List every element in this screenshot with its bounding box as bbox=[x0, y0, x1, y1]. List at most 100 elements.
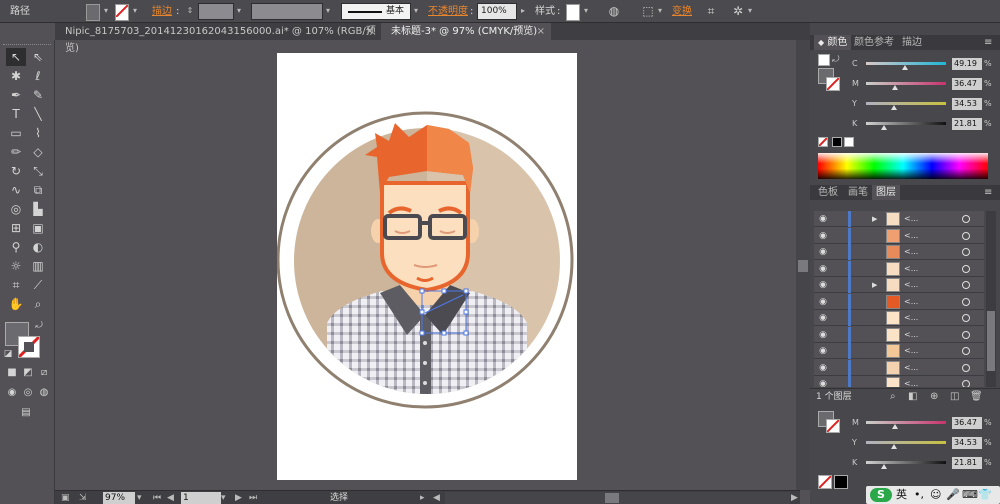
opacity-field[interactable]: 100% bbox=[477, 3, 517, 20]
status-menu-icon[interactable]: ▸ bbox=[420, 492, 430, 504]
slice-tool-icon[interactable]: ⟋ bbox=[28, 276, 48, 294]
target-icon[interactable] bbox=[962, 231, 970, 240]
rectangle-tool-icon[interactable]: ▭ bbox=[6, 124, 26, 142]
sogou-logo-icon[interactable]: S bbox=[870, 488, 892, 502]
stroke-color-box[interactable] bbox=[18, 336, 40, 358]
toolbox-grip[interactable] bbox=[3, 44, 51, 47]
skin-icon[interactable]: 👕 bbox=[978, 488, 992, 502]
tab-swatches[interactable]: 色板 bbox=[814, 185, 842, 200]
isolate-icon[interactable]: ⌗ bbox=[703, 3, 719, 20]
style-swatch[interactable] bbox=[566, 4, 580, 21]
none-mode-icon[interactable]: ⧄ bbox=[37, 366, 51, 380]
expand-icon[interactable] bbox=[872, 263, 880, 275]
opacity-link[interactable]: 不透明度 bbox=[428, 3, 468, 20]
type-tool-icon[interactable]: T bbox=[6, 105, 26, 123]
slider-knob-icon[interactable] bbox=[891, 85, 898, 90]
pen-tool-icon[interactable]: ✒ bbox=[6, 86, 26, 104]
expand-icon[interactable] bbox=[872, 312, 880, 324]
pencil-tool-icon[interactable]: ✏ bbox=[6, 143, 26, 161]
rotate-tool-icon[interactable]: ↻ bbox=[6, 162, 26, 180]
slider-value-field[interactable]: 34.53 bbox=[952, 98, 982, 110]
color-spectrum[interactable] bbox=[818, 153, 988, 179]
color-none-box[interactable] bbox=[818, 54, 830, 66]
layer-row[interactable]: ◉ <... bbox=[814, 359, 984, 376]
selection-handle[interactable] bbox=[463, 330, 469, 336]
ime-language[interactable]: 英 bbox=[896, 488, 910, 502]
panel-menu-dropdown[interactable]: ▾ bbox=[745, 4, 755, 21]
panel-menu-icon[interactable]: ≡ bbox=[980, 185, 996, 200]
tab-stroke[interactable]: 描边 bbox=[898, 35, 926, 50]
expand-icon[interactable] bbox=[872, 329, 880, 341]
slider-y[interactable]: Y 34.53% bbox=[852, 97, 998, 111]
layer-row[interactable]: ◉ ▶ <... bbox=[814, 211, 984, 227]
slider-y[interactable]: Y 34.53% bbox=[852, 436, 998, 450]
draw-normal-icon[interactable]: ◉ bbox=[5, 386, 19, 400]
paintbrush-tool-icon[interactable]: ⌇ bbox=[28, 124, 48, 142]
slider-knob-icon[interactable] bbox=[880, 125, 887, 130]
delete-layer-icon[interactable]: 🗑 bbox=[970, 389, 983, 405]
direct-selection-tool-icon[interactable]: ⇖ bbox=[28, 48, 48, 66]
eye-icon[interactable]: ◉ bbox=[817, 279, 829, 291]
slider-track[interactable] bbox=[866, 122, 946, 125]
target-icon[interactable] bbox=[962, 363, 970, 372]
blend-tool-icon[interactable]: ◐ bbox=[28, 238, 48, 256]
tab-color[interactable]: ◆ 颜色 bbox=[814, 35, 852, 50]
stroke-swatch[interactable] bbox=[115, 4, 129, 21]
next-page-icon[interactable]: ▶ bbox=[235, 492, 245, 504]
artboard-tool-icon[interactable]: ⌗ bbox=[6, 276, 26, 294]
selection-handle[interactable] bbox=[463, 309, 469, 315]
magic-wand-tool-icon[interactable]: ✱ bbox=[6, 67, 26, 85]
artboard-nav-icon[interactable]: ▣ bbox=[61, 492, 75, 504]
tab-layers[interactable]: 图层 bbox=[872, 185, 900, 200]
selection-handle[interactable] bbox=[441, 330, 447, 336]
hscroll-thumb[interactable] bbox=[605, 493, 619, 503]
tab-nipic[interactable]: Nipic_8175703_20141230162043156000.ai* @… bbox=[55, 23, 380, 54]
graph-tool-icon[interactable]: ▥ bbox=[28, 257, 48, 275]
slider-value-field[interactable]: 34.53 bbox=[952, 437, 982, 449]
layer-row[interactable]: ◉ <... bbox=[814, 343, 984, 359]
none-color-chip[interactable] bbox=[818, 137, 828, 147]
swap-colors-icon[interactable]: ⤾ bbox=[33, 320, 45, 332]
layers-scrollbar[interactable] bbox=[986, 211, 996, 387]
lower-stroke-box[interactable] bbox=[826, 419, 840, 433]
layer-row[interactable]: ◉ <... bbox=[814, 260, 984, 277]
canvas-vertical-scrollbar[interactable] bbox=[796, 40, 810, 490]
slider-knob-icon[interactable] bbox=[880, 464, 887, 469]
slider-knob-icon[interactable] bbox=[902, 65, 909, 70]
hand-tool-icon[interactable]: ✋ bbox=[6, 295, 26, 313]
variable-width-field[interactable] bbox=[251, 3, 323, 20]
curvature-tool-icon[interactable]: ✎ bbox=[28, 86, 48, 104]
slider-value-field[interactable]: 36.47 bbox=[952, 78, 982, 90]
selection-handle[interactable] bbox=[463, 288, 469, 294]
free-transform-tool-icon[interactable]: ⧉ bbox=[28, 181, 48, 199]
style-dropdown[interactable]: ▾ bbox=[581, 4, 591, 21]
slider-c[interactable]: C 49.19% bbox=[852, 57, 998, 71]
fill-swatch[interactable] bbox=[86, 4, 100, 21]
layer-row[interactable]: ◉ <... bbox=[814, 326, 984, 343]
page-field[interactable]: 1 bbox=[181, 492, 221, 504]
default-colors-icon[interactable]: ◪ bbox=[2, 348, 14, 360]
slider-value-field[interactable]: 21.81 bbox=[952, 118, 982, 130]
page-dropdown[interactable]: ▾ bbox=[221, 492, 231, 504]
layers-scroll-thumb[interactable] bbox=[987, 311, 995, 371]
mesh-tool-icon[interactable]: ⊞ bbox=[6, 219, 26, 237]
first-page-icon[interactable]: ⏮ bbox=[153, 492, 163, 504]
emoji-icon[interactable]: ☺ bbox=[930, 488, 942, 502]
selection-handle[interactable] bbox=[419, 330, 425, 336]
eye-icon[interactable]: ◉ bbox=[817, 246, 829, 258]
eye-icon[interactable]: ◉ bbox=[817, 329, 829, 341]
expand-icon[interactable] bbox=[872, 345, 880, 357]
color-swap-icon[interactable]: ⤾ bbox=[832, 54, 844, 66]
slider-knob-icon[interactable] bbox=[891, 444, 897, 449]
keyboard-icon[interactable]: ⌨ bbox=[962, 488, 978, 502]
transform-link[interactable]: 变换 bbox=[672, 3, 692, 20]
slider-track[interactable] bbox=[866, 461, 946, 464]
stroke-weight-field[interactable] bbox=[198, 3, 234, 20]
expand-icon[interactable] bbox=[872, 296, 880, 308]
align-dropdown[interactable]: ▾ bbox=[655, 4, 665, 21]
close-icon[interactable]: × bbox=[537, 23, 545, 40]
warp-tool-icon[interactable]: ∿ bbox=[6, 181, 26, 199]
tab-untitled[interactable]: 未标题-3* @ 97% (CMYK/预览) × bbox=[381, 23, 551, 40]
target-icon[interactable] bbox=[962, 248, 970, 256]
panel-stroke-box[interactable] bbox=[826, 77, 840, 91]
